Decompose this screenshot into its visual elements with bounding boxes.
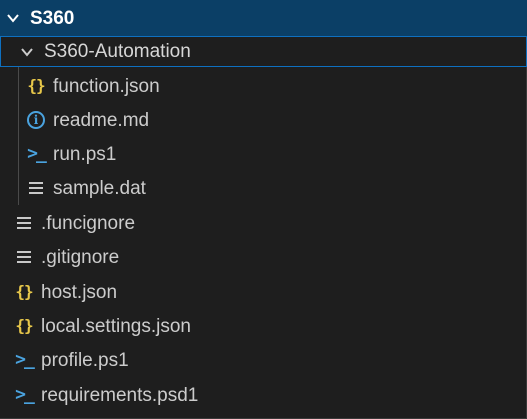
file-explorer: S360 S360-Automation {} function.json i … xyxy=(0,0,527,419)
tree-item-function-json[interactable]: {} function.json xyxy=(0,69,527,103)
tree-item-label: profile.ps1 xyxy=(41,349,129,371)
info-icon: i xyxy=(26,110,46,130)
tree-item-gitignore[interactable]: .gitignore xyxy=(0,240,527,274)
json-icon: {} xyxy=(15,316,33,335)
tree-item-label: requirements.psd1 xyxy=(41,384,199,406)
tree-item-local-settings-json[interactable]: {} local.settings.json xyxy=(0,309,527,343)
tree-item-readme-md[interactable]: i readme.md xyxy=(0,103,527,137)
powershell-icon: >_ xyxy=(15,384,35,405)
tree-item-host-json[interactable]: {} host.json xyxy=(0,275,527,309)
root-folder-label: S360 xyxy=(30,7,75,29)
tree-item-requirements-psd1[interactable]: >_ requirements.psd1 xyxy=(0,378,527,412)
tree-item-funcignore[interactable]: .funcignore xyxy=(0,206,527,240)
text-lines-icon xyxy=(26,178,46,198)
folder-s360-automation[interactable]: S360-Automation xyxy=(0,36,527,67)
powershell-icon: >_ xyxy=(15,349,35,370)
tree-item-label: run.ps1 xyxy=(53,143,117,165)
text-lines-icon xyxy=(14,213,34,233)
tree-item-label: .funcignore xyxy=(41,212,136,234)
chevron-down-icon[interactable] xyxy=(18,43,36,61)
text-lines-icon xyxy=(14,247,34,267)
tree-item-label: local.settings.json xyxy=(41,315,191,337)
powershell-icon: >_ xyxy=(27,143,47,164)
tree-item-label: function.json xyxy=(53,75,160,97)
tree-item-label: sample.dat xyxy=(53,177,146,199)
json-icon: {} xyxy=(27,76,45,95)
tree-item-profile-ps1[interactable]: >_ profile.ps1 xyxy=(0,343,527,377)
tree-item-sample-dat[interactable]: sample.dat xyxy=(0,171,527,205)
root-folder-s360[interactable]: S360 xyxy=(0,0,527,36)
folder-label: S360-Automation xyxy=(44,41,191,62)
json-icon: {} xyxy=(15,282,33,301)
tree-item-label: readme.md xyxy=(53,109,150,131)
tree-item-label: host.json xyxy=(41,281,118,303)
chevron-down-icon[interactable] xyxy=(4,9,22,27)
tree-item-label: .gitignore xyxy=(41,246,120,268)
tree-item-run-ps1[interactable]: >_ run.ps1 xyxy=(0,137,527,171)
